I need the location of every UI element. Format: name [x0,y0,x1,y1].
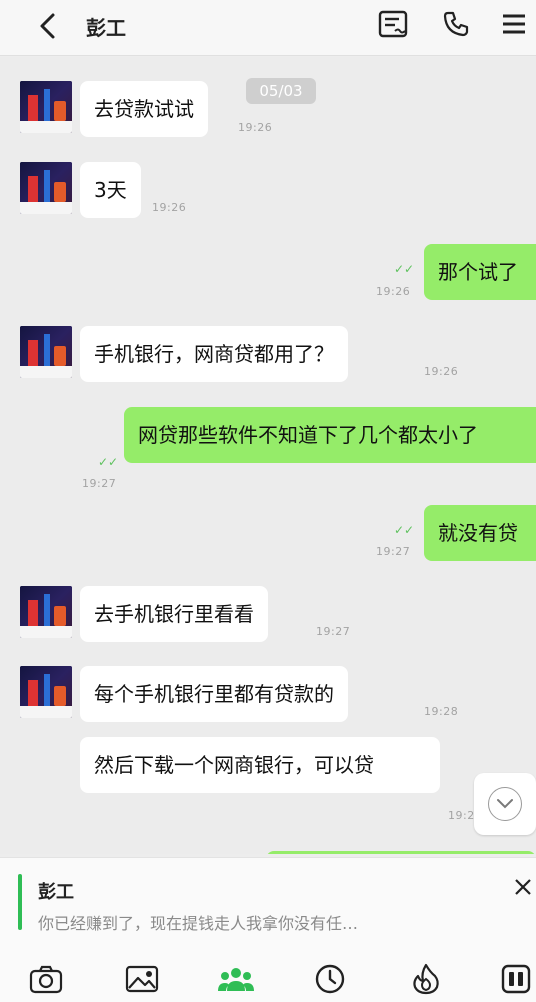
message-bubble-received[interactable]: 每个手机银行里都有贷款的 [80,666,348,722]
chevron-down-icon [497,799,513,809]
input-toolbar [0,937,536,1002]
message-bubble-received[interactable]: 去贷款试试 [80,81,208,137]
message-bubble-sent-partial [266,851,536,854]
message-time: 19:27 [376,545,411,558]
read-check-icon: ✓✓ [98,455,119,469]
message-bubble-sent[interactable]: 那个试了 [424,244,536,300]
message-bubble-received[interactable]: 手机银行，网商贷都用了？ [80,326,348,382]
group-button[interactable] [216,961,256,997]
image-button[interactable] [122,961,162,997]
close-icon [515,879,531,895]
phone-icon [443,11,469,37]
menu-icon [503,14,525,34]
chat-log-icon [378,10,408,38]
camera-button[interactable] [26,961,66,997]
quote-accent-bar [18,874,22,930]
avatar[interactable] [20,162,72,214]
grid-icon [501,964,531,994]
quote-sender: 彭工 [38,882,74,903]
message-bubble-received[interactable]: 然后下载一个网商银行，可以贷 [80,737,440,793]
reply-quote-bar[interactable]: 彭工 你已经赚到了，现在提钱走人我拿你没有任… [0,857,536,937]
chat-log-button[interactable] [374,6,414,42]
avatar[interactable] [20,586,72,638]
chat-area[interactable]: 05/03 去贷款试试 19:26 3天 19:26 ✓✓ 19:26 那个试了… [0,57,536,854]
chat-header: 彭工 [0,0,536,56]
clock-button[interactable] [310,961,350,997]
camera-icon [29,965,63,994]
more-apps-button[interactable] [496,961,536,997]
avatar[interactable] [20,666,72,718]
message-time: 19:26 [424,365,459,378]
read-check-icon: ✓✓ [394,262,415,276]
message-bubble-received[interactable]: 3天 [80,162,141,218]
fire-icon [413,963,439,995]
group-icon [218,968,254,991]
message-time: 19:27 [316,625,351,638]
message-time: 19:26 [238,121,273,134]
read-check-icon: ✓✓ [394,523,415,537]
avatar[interactable] [20,326,72,378]
chevron-left-icon [40,13,55,39]
message-bubble-sent[interactable]: 就没有贷 [424,505,536,561]
message-bubble-sent[interactable]: 网贷那些软件不知道下了几个都太小了 [124,407,536,463]
avatar[interactable] [20,81,72,133]
chat-title: 彭工 [86,16,126,40]
image-icon [125,965,159,993]
scroll-to-bottom-button[interactable] [474,773,536,835]
date-badge: 05/03 [246,78,316,104]
close-quote-button[interactable] [512,876,534,898]
quote-text: 你已经赚到了，现在提钱走人我拿你没有任… [38,914,359,933]
message-time: 19:26 [152,201,187,214]
message-time: 19:26 [376,285,411,298]
message-time: 19:27 [82,477,117,490]
clock-icon [315,964,345,994]
message-bubble-received[interactable]: 去手机银行里看看 [80,586,268,642]
message-time: 19:2 [448,809,475,822]
menu-button[interactable] [494,6,534,42]
fire-button[interactable] [406,961,446,997]
message-time: 19:28 [424,705,459,718]
phone-button[interactable] [436,6,476,42]
back-button[interactable] [30,8,66,44]
